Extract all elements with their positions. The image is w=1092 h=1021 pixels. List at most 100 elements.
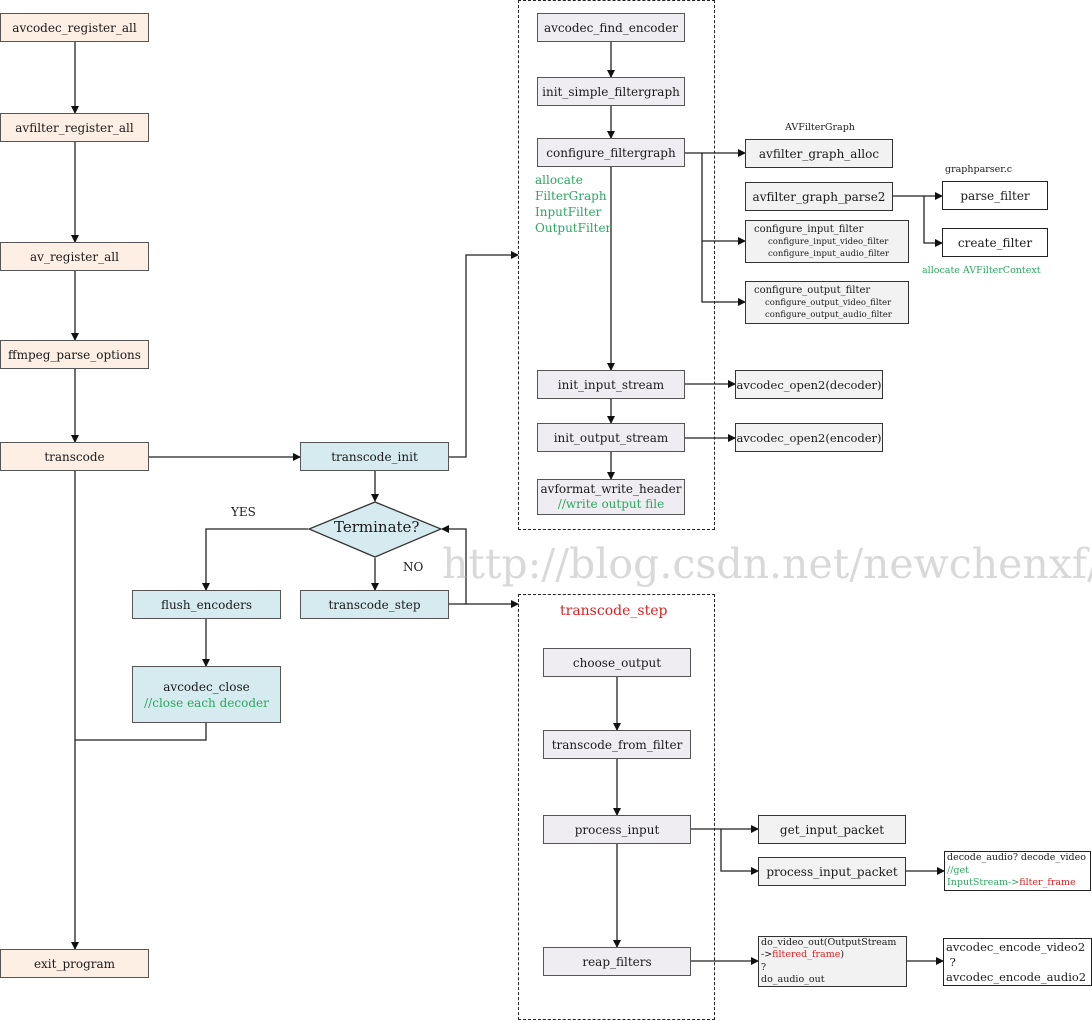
connector-arrow xyxy=(923,196,943,247)
init-output-stream-label: init_output_stream xyxy=(553,430,669,445)
allocate-avfiltercontext-note: allocate AVFilterContext xyxy=(922,265,1041,276)
watermark: http://blog.csdn.net/newchenxf/ xyxy=(442,540,1092,588)
graphparser-caption: graphparser.c xyxy=(945,164,1013,175)
do-out-line2: ->filtered_frame) xyxy=(761,949,844,961)
connector-arrow xyxy=(449,251,519,458)
transcode-step-label: transcode_step xyxy=(328,597,421,612)
flush-encoders-box[interactable]: flush_encoders xyxy=(132,590,281,619)
process-input-packet-label: process_input_packet xyxy=(766,864,898,879)
init-simple-filtergraph-label: init_simple_filtergraph xyxy=(542,84,680,99)
do-out-line4: do_audio_out xyxy=(761,973,825,985)
avformat-write-header-label: avformat_write_header xyxy=(540,482,682,496)
allocate-note: allocate FilterGraph InputFilter OutputF… xyxy=(535,172,611,236)
configure-output-audio-filter-label: configure_output_audio_filter xyxy=(765,310,892,320)
init-input-stream-box[interactable]: init_input_stream xyxy=(537,370,685,399)
avcodec-find-encoder-box[interactable]: avcodec_find_encoder xyxy=(537,13,685,42)
decode-line3-filter-frame: filter_frame xyxy=(1019,877,1076,889)
av-register-all-label: av_register_all xyxy=(30,249,119,264)
encode-box[interactable]: avcodec_encode_video2 ? avcodec_encode_a… xyxy=(943,938,1092,986)
get-input-packet-box[interactable]: get_input_packet xyxy=(758,815,906,844)
flush-encoders-label: flush_encoders xyxy=(160,597,253,612)
allocate-note-line: FilterGraph xyxy=(535,189,607,203)
configure-input-filter-label: configure_input_filter xyxy=(754,224,864,235)
configure-input-audio-filter-label: configure_input_audio_filter xyxy=(768,249,890,259)
init-output-stream-box[interactable]: init_output_stream xyxy=(537,423,685,452)
do-out-filtered-frame: filtered_frame xyxy=(772,949,841,961)
avcodec-register-all-box[interactable]: avcodec_register_all xyxy=(0,13,149,42)
connector-arrow xyxy=(202,528,308,591)
ffmpeg-flowchart: http://blog.csdn.net/newchenxf/ avcodec_… xyxy=(0,0,1092,1021)
configure-input-filter-box[interactable]: configure_input_filter configure_input_v… xyxy=(745,220,909,263)
avcodec-close-comment: //close each decoder xyxy=(144,695,269,710)
avformat-write-header-comment: //write output file xyxy=(557,497,665,511)
encode-line3: avcodec_encode_audio2 xyxy=(946,969,1087,984)
avcodec-open2-decoder-label: avcodec_open2(decoder) xyxy=(736,377,882,392)
do-out-line1: do_video_out(OutputStream xyxy=(761,936,897,948)
avcodec-close-box[interactable]: avcodec_close //close each decoder xyxy=(132,666,281,723)
exit-program-label: exit_program xyxy=(33,956,116,971)
transcode-box[interactable]: transcode xyxy=(0,442,149,471)
ffmpeg-parse-options-label: ffmpeg_parse_options xyxy=(8,347,141,362)
do-out-line3: ? xyxy=(761,961,767,973)
create-filter-box[interactable]: create_filter xyxy=(942,228,1048,257)
avcodec-close-label: avcodec_close xyxy=(163,679,250,694)
avfilter-register-all-label: avfilter_register_all xyxy=(15,120,134,135)
avfilter-graph-alloc-box[interactable]: avfilter_graph_alloc xyxy=(745,139,893,168)
transcode-step-group-title: transcode_step xyxy=(560,603,668,619)
encode-line1: avcodec_encode_video2 xyxy=(946,939,1086,954)
avcodec-open2-decoder-box[interactable]: avcodec_open2(decoder) xyxy=(735,370,883,399)
do-out-line2-arrow: -> xyxy=(761,949,773,961)
decode-line3: InputStream->filter_frame xyxy=(947,877,1076,890)
configure-filtergraph-label: configure_filtergraph xyxy=(546,145,676,160)
connector-arrow xyxy=(720,829,759,875)
transcode-label: transcode xyxy=(44,449,105,464)
transcode-init-box[interactable]: transcode_init xyxy=(300,442,449,471)
configure-output-filter-box[interactable]: configure_output_filter configure_output… xyxy=(745,281,909,324)
allocate-note-line: InputFilter xyxy=(535,205,602,219)
avcodec-register-all-label: avcodec_register_all xyxy=(12,20,137,35)
decode-line2: //get xyxy=(947,864,969,876)
exit-program-box[interactable]: exit_program xyxy=(0,949,149,978)
transcode-init-label: transcode_init xyxy=(331,449,418,464)
init-input-stream-label: init_input_stream xyxy=(557,377,665,392)
avcodec-open2-encoder-box[interactable]: avcodec_open2(encoder) xyxy=(735,423,883,452)
avformat-write-header-box[interactable]: avformat_write_header //write output fil… xyxy=(537,479,685,515)
encode-line2: ? xyxy=(946,954,956,969)
reap-filters-label: reap_filters xyxy=(582,954,652,969)
transcode-from-filter-label: transcode_from_filter xyxy=(551,737,683,752)
avfiltergraph-caption: AVFilterGraph xyxy=(785,122,855,133)
do-out-line2-close: ) xyxy=(840,949,845,961)
configure-input-video-filter-label: configure_input_video_filter xyxy=(768,237,889,247)
process-input-box[interactable]: process_input xyxy=(543,815,691,844)
decode-box[interactable]: decode_audio? decode_video //get InputSt… xyxy=(944,851,1091,891)
av-register-all-box[interactable]: av_register_all xyxy=(0,242,149,271)
terminate-label: Terminate? xyxy=(334,518,420,536)
yes-label: YES xyxy=(231,505,256,519)
no-label: NO xyxy=(403,560,424,574)
allocate-note-line: allocate xyxy=(535,173,583,187)
avfilter-graph-parse2-label: avfilter_graph_parse2 xyxy=(752,189,886,204)
allocate-note-line: OutputFilter xyxy=(535,221,612,235)
reap-filters-box[interactable]: reap_filters xyxy=(543,947,691,976)
decode-line1: decode_audio? decode_video xyxy=(947,852,1086,864)
parse-filter-box[interactable]: parse_filter xyxy=(942,181,1048,210)
transcode-from-filter-box[interactable]: transcode_from_filter xyxy=(543,730,691,759)
avfilter-graph-parse2-box[interactable]: avfilter_graph_parse2 xyxy=(745,182,893,211)
choose-output-label: choose_output xyxy=(572,655,662,670)
init-simple-filtergraph-box[interactable]: init_simple_filtergraph xyxy=(537,77,685,106)
transcode-step-box[interactable]: transcode_step xyxy=(300,590,449,619)
process-input-packet-box[interactable]: process_input_packet xyxy=(758,857,906,886)
configure-filtergraph-box[interactable]: configure_filtergraph xyxy=(537,138,685,167)
do-out-box[interactable]: do_video_out(OutputStream ->filtered_fra… xyxy=(758,936,907,987)
decode-line3-inputstream: InputStream-> xyxy=(947,877,1020,889)
parse-filter-label: parse_filter xyxy=(960,188,1030,203)
avfilter-register-all-box[interactable]: avfilter_register_all xyxy=(0,113,149,142)
configure-output-filter-label: configure_output_filter xyxy=(754,285,871,296)
avfilter-graph-alloc-label: avfilter_graph_alloc xyxy=(758,146,880,161)
choose-output-box[interactable]: choose_output xyxy=(543,648,691,677)
avcodec-open2-encoder-label: avcodec_open2(encoder) xyxy=(736,430,882,445)
ffmpeg-parse-options-box[interactable]: ffmpeg_parse_options xyxy=(0,340,149,369)
create-filter-label: create_filter xyxy=(957,235,1033,250)
get-input-packet-label: get_input_packet xyxy=(779,822,885,837)
configure-output-video-filter-label: configure_output_video_filter xyxy=(765,298,892,308)
